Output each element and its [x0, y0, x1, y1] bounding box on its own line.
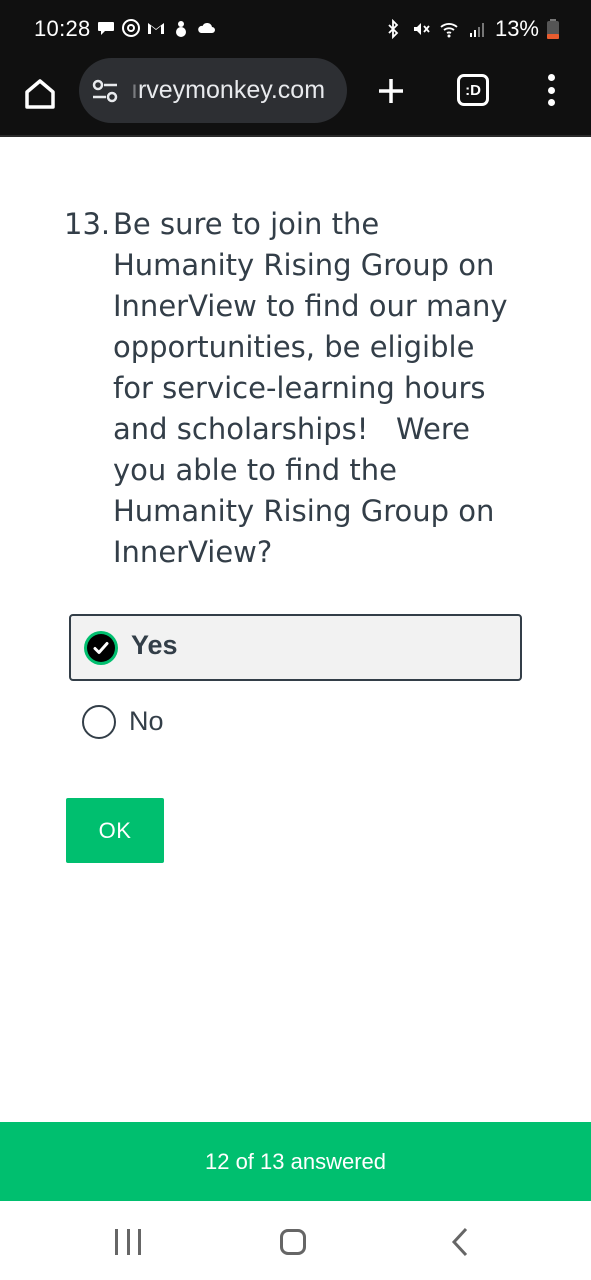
battery-percent: 13%	[494, 16, 539, 41]
option-yes[interactable]: Yes	[69, 614, 522, 681]
new-tab-button[interactable]	[372, 72, 410, 110]
url-faded-text: ı	[131, 76, 138, 104]
menu-dot	[547, 99, 555, 106]
tab-switcher-button[interactable]: :D	[457, 74, 489, 106]
wifi-icon	[440, 23, 458, 38]
notification-icons	[96, 18, 216, 38]
home-nav-button[interactable]	[280, 1229, 306, 1255]
chat-bubble-icon	[98, 22, 114, 35]
option-no-label: No	[129, 706, 164, 736]
menu-dot	[547, 86, 555, 94]
radio-unchecked-icon[interactable]	[82, 705, 116, 739]
home-icon	[25, 79, 55, 109]
progress-label: 12 of 13 answered	[204, 1148, 387, 1174]
snowman-icon	[176, 21, 186, 37]
progress-footer: 12 of 13 answered	[0, 1122, 591, 1201]
site-settings-icon[interactable]	[91, 78, 119, 104]
gmail-icon	[148, 23, 164, 34]
back-icon[interactable]	[450, 1227, 470, 1257]
checkmark-circle	[87, 634, 115, 662]
address-bar[interactable]: ırveymonkey.com	[79, 58, 347, 123]
status-time: 10:28	[34, 16, 91, 41]
question-text: Be sure to join the Humanity Rising Grou…	[113, 207, 517, 569]
recents-button[interactable]	[115, 1229, 141, 1255]
option-no[interactable]: No	[69, 690, 522, 757]
ok-button[interactable]: OK	[66, 798, 164, 863]
checkmark-icon	[93, 642, 109, 654]
radio-checked-icon[interactable]	[84, 631, 118, 665]
status-bar: 10:28 13%	[0, 0, 591, 58]
system-nav-bar	[0, 1201, 591, 1280]
battery-icon	[547, 19, 559, 39]
menu-dot	[547, 74, 555, 81]
home-button[interactable]	[20, 74, 60, 114]
mute-icon	[413, 23, 430, 35]
recents-bar	[115, 1229, 118, 1255]
url-domain: rveymonkey.com	[137, 76, 326, 104]
system-icons: 13%	[383, 16, 559, 42]
url-text[interactable]: ırveymonkey.com	[131, 76, 341, 105]
more-menu-button[interactable]	[538, 70, 564, 110]
option-yes-label: Yes	[131, 630, 178, 660]
signal-icon	[469, 23, 484, 37]
bluetooth-icon	[388, 19, 399, 39]
plus-icon	[379, 79, 403, 103]
question-number: 13.	[64, 207, 111, 241]
browser-toolbar: ırveymonkey.com :D	[0, 58, 591, 137]
cloud-icon	[198, 22, 215, 33]
recents-bar	[138, 1229, 141, 1255]
recents-bar	[126, 1229, 130, 1255]
threads-icon	[122, 19, 140, 37]
